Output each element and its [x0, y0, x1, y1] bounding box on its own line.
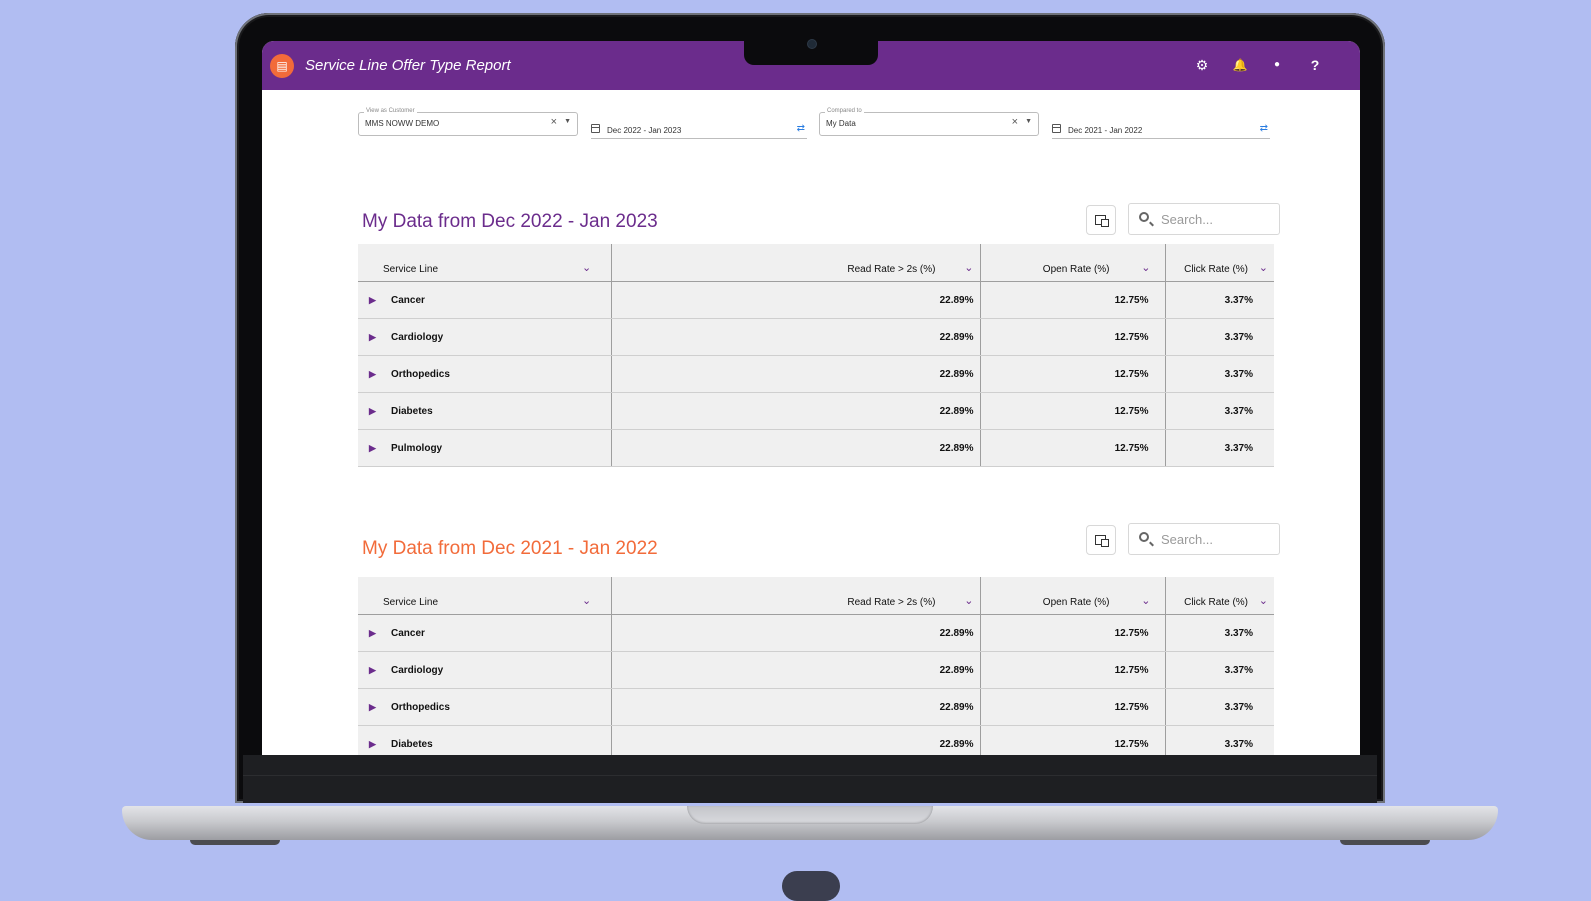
section-title: My Data from Dec 2022 - Jan 2023 [362, 211, 658, 232]
table-row[interactable]: ▶ Cardiology 22.89% 12.75% 3.37% [358, 651, 1274, 689]
chevron-down-icon[interactable]: ⌄ [1141, 594, 1150, 607]
clear-icon[interactable]: × [1012, 116, 1018, 128]
dropdown-arrow-icon[interactable]: ▼ [564, 118, 571, 125]
column-header-read-rate[interactable]: Read Rate > 2s (%) ⌄ [610, 244, 980, 282]
column-header-read-rate[interactable]: Read Rate > 2s (%) ⌄ [610, 577, 980, 615]
bell-icon[interactable]: 🔔 [1230, 55, 1250, 75]
dropdown-arrow-icon[interactable]: ▼ [1025, 118, 1032, 125]
table-row[interactable]: ▶ Orthopedics 22.89% 12.75% 3.37% [358, 688, 1274, 726]
chevron-down-icon[interactable]: ⌄ [1141, 261, 1150, 274]
calendar-icon[interactable] [591, 124, 600, 133]
chevron-down-icon[interactable]: ⌄ [582, 594, 591, 607]
column-header-open-rate[interactable]: Open Rate (%) ⌄ [979, 577, 1165, 615]
expand-icon[interactable]: ▶ [369, 665, 391, 676]
table-row[interactable]: ▶ Pulmology 22.89% 12.75% 3.37% [358, 429, 1274, 467]
search-input[interactable] [1159, 531, 1273, 548]
compare-select-value: My Data [826, 119, 856, 128]
search-icon [1139, 532, 1149, 542]
column-header-service-line[interactable]: Service Line ⌄ [358, 244, 611, 282]
expand-icon[interactable]: ▶ [369, 628, 391, 639]
chevron-down-icon[interactable]: ⌄ [964, 594, 973, 607]
decorative-bubble [782, 871, 840, 901]
export-button[interactable] [1086, 205, 1116, 235]
help-icon[interactable]: ? [1305, 55, 1325, 75]
gear-icon[interactable]: ⚙ [1192, 55, 1212, 75]
column-header-click-rate[interactable]: Click Rate (%) ⌄ [1164, 244, 1274, 282]
clear-icon[interactable]: × [551, 116, 557, 128]
date-range-picker[interactable]: Dec 2022 - Jan 2023 ⇄ [591, 116, 807, 139]
compare-select[interactable]: Compared to My Data × ▼ [819, 108, 1039, 136]
compare-date-range-picker[interactable]: Dec 2021 - Jan 2022 ⇄ [1052, 116, 1270, 139]
expand-icon[interactable]: ▶ [369, 702, 391, 713]
table-row[interactable]: ▶ Diabetes 22.89% 12.75% 3.37% [358, 725, 1274, 755]
table-row[interactable]: ▶ Orthopedics 22.89% 12.75% 3.37% [358, 355, 1274, 393]
camera-icon [807, 39, 817, 49]
calendar-icon[interactable] [1052, 124, 1061, 133]
compare-date-range-value: Dec 2021 - Jan 2022 [1068, 126, 1143, 135]
export-button[interactable] [1086, 525, 1116, 555]
search-box[interactable] [1128, 203, 1280, 235]
expand-icon[interactable]: ▶ [369, 443, 391, 454]
column-header-click-rate[interactable]: Click Rate (%) ⌄ [1164, 577, 1274, 615]
expand-icon[interactable]: ▶ [369, 369, 391, 380]
customer-select[interactable]: View as Customer MMS NOWW DEMO × ▼ [358, 108, 578, 136]
column-header-open-rate[interactable]: Open Rate (%) ⌄ [979, 244, 1165, 282]
chevron-down-icon[interactable]: ⌄ [964, 261, 973, 274]
search-input[interactable] [1159, 211, 1273, 228]
expand-icon[interactable]: ▶ [369, 332, 391, 343]
expand-icon[interactable]: ▶ [369, 739, 391, 750]
app-logo-icon[interactable]: ▤ [270, 54, 294, 78]
table-row[interactable]: ▶ Diabetes 22.89% 12.75% 3.37% [358, 392, 1274, 430]
expand-icon[interactable]: ▶ [369, 295, 391, 306]
expand-icon[interactable]: ▶ [369, 406, 391, 417]
chevron-down-icon[interactable]: ⌄ [1259, 594, 1268, 607]
section-title: My Data from Dec 2021 - Jan 2022 [362, 538, 658, 559]
laptop-foot-left [190, 840, 280, 845]
column-header-service-line[interactable]: Service Line ⌄ [358, 577, 611, 615]
chevron-down-icon[interactable]: ⌄ [582, 261, 591, 274]
page-title: Service Line Offer Type Report [305, 57, 511, 74]
table-row[interactable]: ▶ Cancer 22.89% 12.75% 3.37% [358, 281, 1274, 319]
app-screen: ▤ Service Line Offer Type Report ⚙ 🔔 ● ?… [262, 41, 1360, 755]
search-icon [1139, 212, 1149, 222]
swap-icon[interactable]: ⇄ [1260, 123, 1268, 134]
customer-select-label: View as Customer [364, 108, 417, 114]
laptop-chin-line [243, 775, 1377, 776]
table-row[interactable]: ▶ Cardiology 22.89% 12.75% 3.37% [358, 318, 1274, 356]
swap-icon[interactable]: ⇄ [797, 123, 805, 134]
laptop-base-notch [687, 806, 933, 824]
laptop-chin [243, 755, 1377, 803]
data-table: Service Line ⌄ Read Rate > 2s (%) ⌄ Open R… [358, 244, 1274, 467]
customer-select-value: MMS NOWW DEMO [365, 119, 440, 128]
laptop-foot-right [1340, 840, 1430, 845]
data-table: Service Line ⌄ Read Rate > 2s (%) ⌄ Open R… [358, 577, 1274, 755]
search-box[interactable] [1128, 523, 1280, 555]
user-icon[interactable]: ● [1267, 55, 1287, 75]
compare-select-label: Compared to [825, 108, 864, 114]
date-range-value: Dec 2022 - Jan 2023 [607, 126, 682, 135]
table-row[interactable]: ▶ Cancer 22.89% 12.75% 3.37% [358, 614, 1274, 652]
chevron-down-icon[interactable]: ⌄ [1259, 261, 1268, 274]
